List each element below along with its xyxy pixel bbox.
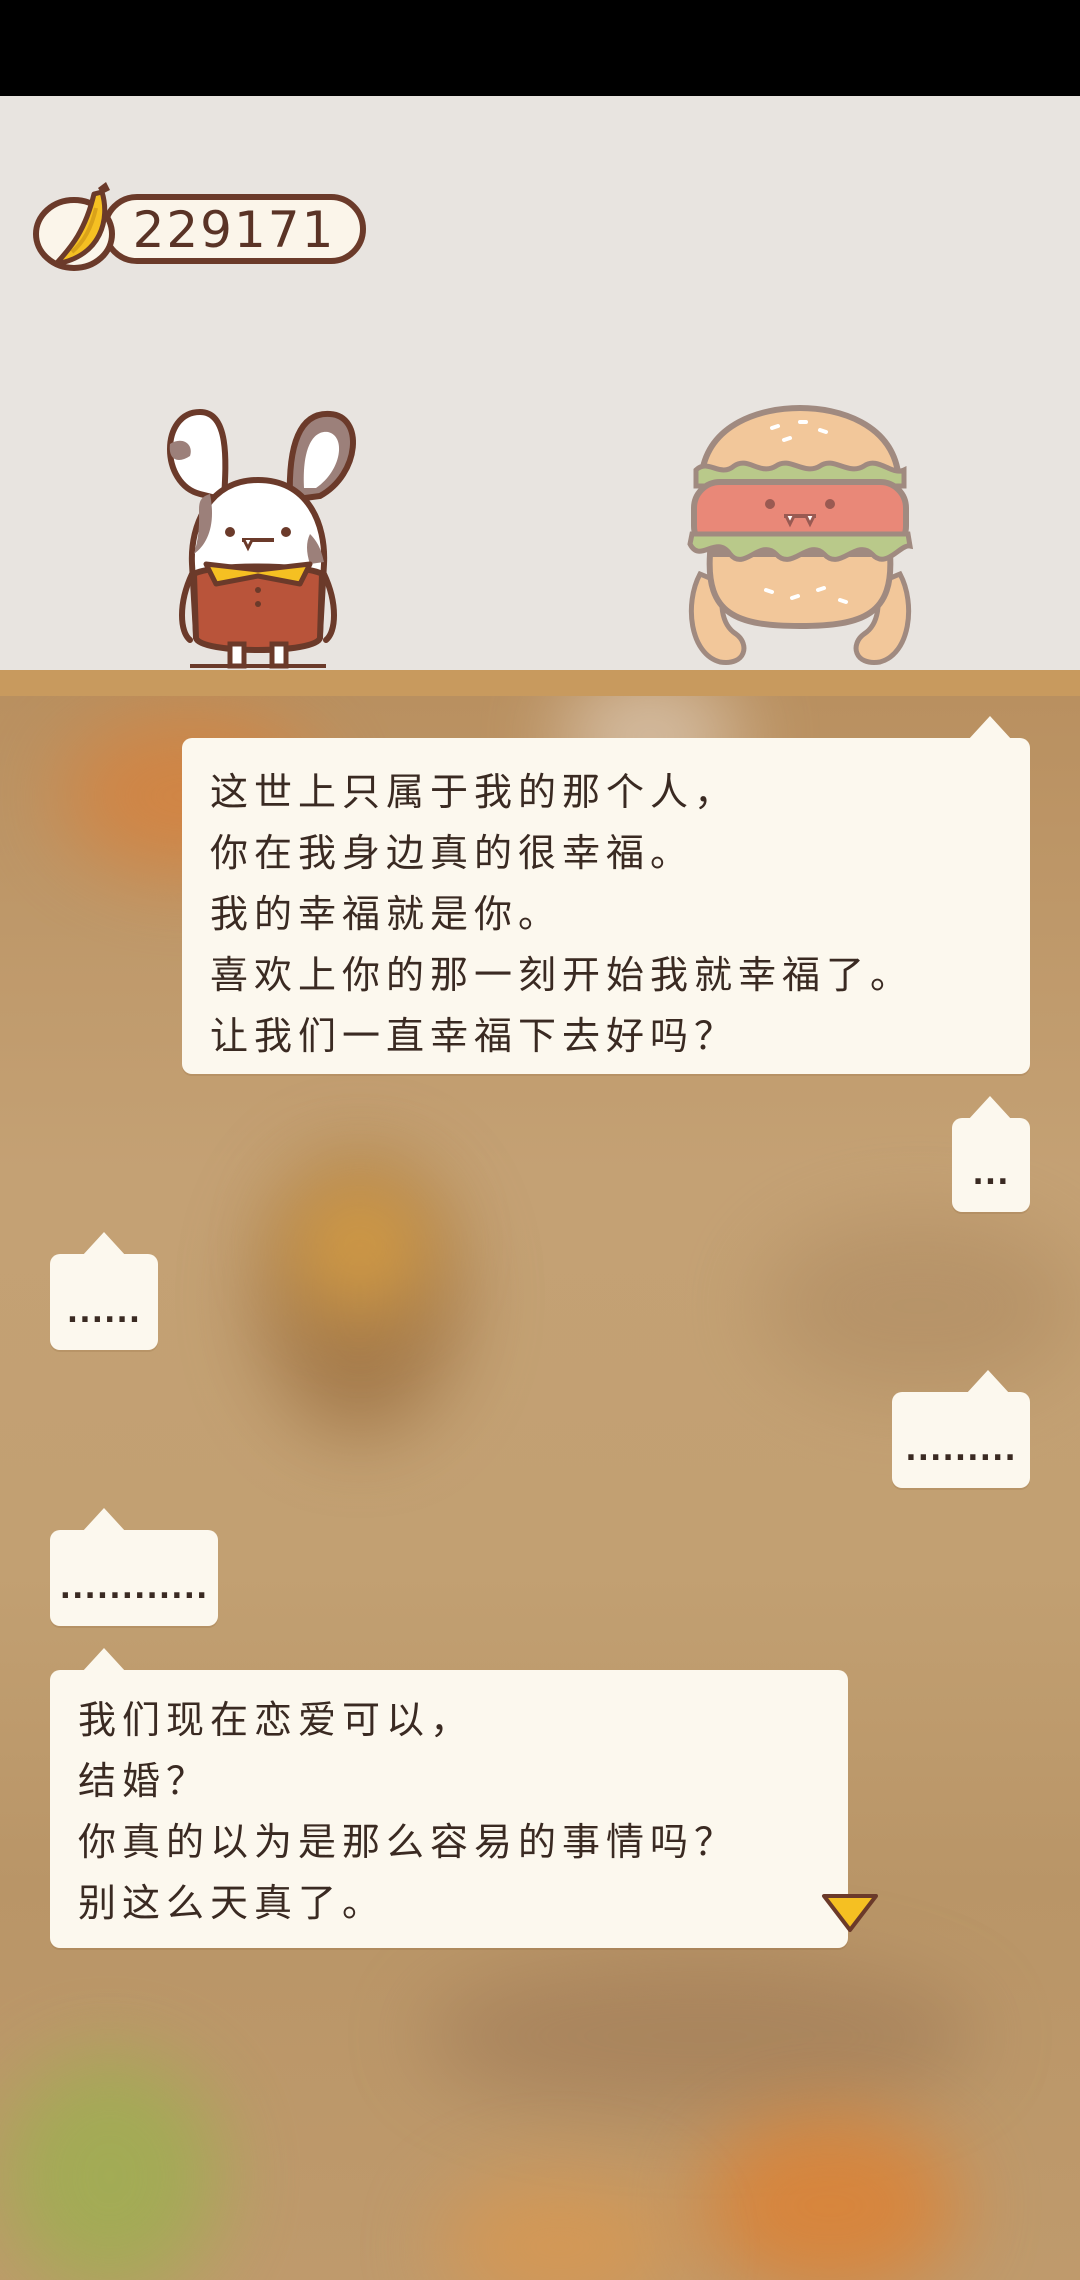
bubble-tail <box>82 1508 126 1532</box>
dialogue-text: ...... <box>66 1295 142 1330</box>
stage-shelf <box>0 670 1080 696</box>
currency-value: 229171 <box>132 201 336 259</box>
banana-icon <box>33 182 115 271</box>
currency-counter: 229171 <box>32 182 374 271</box>
dialogue-bubble-1: 这世上只属于我的那个人， 你在我身边真的很幸福。 我的幸福就是你。 喜欢上你的那… <box>182 716 1030 1074</box>
dialogue-text: 我们现在恋爱可以， 结婚？ 你真的以为是那么容易的事情吗？ 别这么天真了。 <box>78 1698 739 1925</box>
dialogue-text: ............ <box>59 1571 209 1606</box>
status-bar <box>0 0 1080 96</box>
bubble-tail <box>968 716 1012 740</box>
dialogue-bubble-2: ... <box>952 1096 1030 1212</box>
dialogue-bubble-3: ...... <box>50 1232 158 1350</box>
bunny-character[interactable] <box>150 404 366 670</box>
dialogue-bubble-6[interactable]: 我们现在恋爱可以， 结婚？ 你真的以为是那么容易的事情吗？ 别这么天真了。 <box>50 1648 848 1948</box>
bubble-tail <box>966 1370 1010 1394</box>
dialogue-text: ... <box>972 1157 1010 1192</box>
next-arrow-icon[interactable] <box>820 1890 880 1936</box>
bubble-tail <box>82 1232 126 1256</box>
bubble-tail <box>82 1648 126 1672</box>
hamburger-character[interactable] <box>680 404 920 670</box>
dialogue-text: 这世上只属于我的那个人， 你在我身边真的很幸福。 我的幸福就是你。 喜欢上你的那… <box>210 770 915 1058</box>
bubble-tail <box>968 1096 1012 1120</box>
dialogue-bubble-5: ............ <box>50 1508 218 1626</box>
dialogue-bubble-4: ......... <box>892 1370 1030 1488</box>
dialogue-text: ......... <box>905 1433 1017 1468</box>
